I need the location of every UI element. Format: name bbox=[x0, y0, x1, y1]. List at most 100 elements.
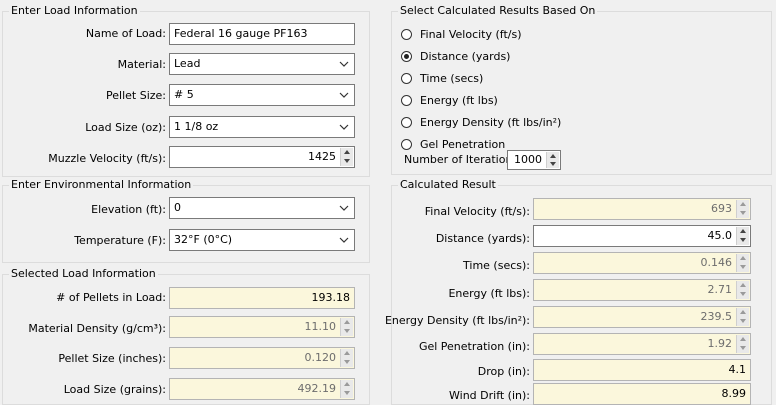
radio-circle[interactable] bbox=[401, 95, 412, 106]
energy-density-field: 239.5 bbox=[533, 306, 751, 328]
spin-down-icon bbox=[737, 209, 749, 218]
temperature-value: 32°F (0°C) bbox=[174, 233, 233, 246]
radio-label: Gel Penetration bbox=[420, 138, 506, 151]
distance-spinner[interactable] bbox=[736, 227, 749, 245]
pellet-size-inches-label: Pellet Size (inches): bbox=[58, 352, 166, 365]
load-size-value: 1 1/8 oz bbox=[174, 120, 219, 133]
wind-drift-field: 8.99 bbox=[533, 383, 751, 405]
selected-load-title: Selected Load Information bbox=[9, 267, 158, 281]
time-field: 0.146 bbox=[533, 252, 751, 274]
load-size-label: Load Size (oz): bbox=[85, 121, 166, 134]
temperature-label: Temperature (F): bbox=[74, 234, 166, 247]
energy-label: Energy (ft lbs): bbox=[448, 287, 530, 300]
elevation-select[interactable]: 0 bbox=[169, 197, 355, 219]
energy-density-spinner bbox=[736, 308, 749, 326]
name-of-load-label: Name of Load: bbox=[85, 27, 166, 40]
energy-density-value: 239.5 bbox=[700, 310, 733, 323]
radio-circle[interactable] bbox=[401, 29, 412, 40]
name-of-load-input[interactable]: Federal 16 gauge PF163 bbox=[169, 23, 355, 45]
pellet-size-select[interactable]: # 5 bbox=[169, 84, 355, 106]
material-value: Lead bbox=[174, 57, 201, 70]
energy-spinner bbox=[736, 281, 749, 299]
chevron-down-icon[interactable] bbox=[339, 204, 349, 212]
time-value: 0.146 bbox=[700, 256, 733, 269]
spin-down-icon bbox=[341, 327, 353, 336]
time-spinner bbox=[736, 254, 749, 272]
material-density-spinner bbox=[340, 318, 353, 336]
spin-down-icon bbox=[737, 344, 749, 353]
iterations-spinner[interactable] bbox=[546, 152, 559, 168]
spin-down-icon bbox=[341, 389, 353, 398]
spin-down-icon bbox=[737, 263, 749, 272]
gel-penetration-value: 1.92 bbox=[707, 337, 733, 350]
radio-circle[interactable] bbox=[401, 139, 412, 150]
chevron-down-icon[interactable] bbox=[339, 60, 349, 68]
load-size-grains-field: 492.19 bbox=[169, 378, 355, 400]
iterations-value: 1000 bbox=[514, 153, 542, 166]
energy-density-label: Energy Density (ft lbs/in²): bbox=[384, 314, 530, 327]
material-select[interactable]: Lead bbox=[169, 53, 355, 75]
final-velocity-field: 693 bbox=[533, 198, 751, 220]
final-velocity-label: Final Velocity (ft/s): bbox=[424, 205, 530, 218]
radio-circle[interactable] bbox=[401, 73, 412, 84]
pellet-size-label: Pellet Size: bbox=[106, 89, 166, 102]
spin-down-icon bbox=[737, 317, 749, 326]
muzzle-velocity-input[interactable]: 1425 bbox=[169, 146, 355, 168]
muzzle-velocity-value: 1425 bbox=[308, 150, 336, 163]
chevron-down-icon[interactable] bbox=[339, 91, 349, 99]
spin-down-icon bbox=[341, 358, 353, 367]
time-label: Time (secs): bbox=[463, 259, 530, 272]
temperature-select[interactable]: 32°F (0°C) bbox=[169, 229, 355, 251]
radio-label: Final Velocity (ft/s) bbox=[420, 28, 522, 41]
pellet-size-inches-spinner bbox=[340, 349, 353, 367]
calculated-result-title: Calculated Result bbox=[398, 178, 498, 192]
environment-title: Enter Environmental Information bbox=[9, 178, 194, 192]
pellet-size-inches-field: 0.120 bbox=[169, 347, 355, 369]
radio-label: Energy (ft lbs) bbox=[420, 94, 498, 107]
spin-down-icon[interactable] bbox=[341, 157, 353, 166]
load-size-select[interactable]: 1 1/8 oz bbox=[169, 116, 355, 138]
iterations-input[interactable]: 1000 bbox=[507, 150, 561, 170]
gel-penetration-label: Gel Penetration (in): bbox=[418, 340, 530, 353]
radio-label: Time (secs) bbox=[420, 72, 484, 85]
load-size-grains-spinner bbox=[340, 380, 353, 398]
material-density-label: Material Density (g/cm³): bbox=[28, 322, 166, 335]
chevron-down-icon[interactable] bbox=[339, 123, 349, 131]
elevation-value: 0 bbox=[174, 201, 181, 214]
spin-down-icon[interactable] bbox=[547, 160, 559, 168]
spin-down-icon bbox=[737, 290, 749, 299]
drop-label: Drop (in): bbox=[477, 365, 530, 378]
material-density-field: 11.10 bbox=[169, 316, 355, 338]
pellet-size-inches-value: 0.120 bbox=[304, 351, 337, 364]
iterations-label: Number of Iterations: bbox=[404, 153, 522, 166]
load-size-grains-value: 492.19 bbox=[297, 382, 337, 395]
pellets-in-load-label: # of Pellets in Load: bbox=[56, 291, 166, 304]
distance-label: Distance (yards): bbox=[435, 232, 530, 245]
muzzle-velocity-spinner[interactable] bbox=[340, 148, 353, 166]
radio-circle[interactable] bbox=[401, 51, 412, 62]
energy-value: 2.71 bbox=[707, 283, 733, 296]
spin-down-icon[interactable] bbox=[737, 236, 749, 245]
distance-value: 45.0 bbox=[707, 229, 733, 242]
energy-field: 2.71 bbox=[533, 279, 751, 301]
gel-penetration-field: 1.92 bbox=[533, 333, 751, 355]
pellet-size-value: # 5 bbox=[174, 88, 194, 101]
material-density-value: 11.10 bbox=[304, 320, 337, 333]
radio-label: Distance (yards) bbox=[420, 50, 511, 63]
chevron-down-icon[interactable] bbox=[339, 236, 349, 244]
load-size-grains-label: Load Size (grains): bbox=[63, 383, 166, 396]
distance-input[interactable]: 45.0 bbox=[533, 225, 751, 247]
radio-circle[interactable] bbox=[401, 117, 412, 128]
elevation-label: Elevation (ft): bbox=[91, 203, 166, 216]
pellets-in-load-field: 193.18 bbox=[169, 287, 355, 309]
muzzle-velocity-label: Muzzle Velocity (ft/s): bbox=[48, 152, 166, 165]
load-info-title: Enter Load Information bbox=[9, 4, 140, 18]
material-label: Material: bbox=[117, 58, 166, 71]
gel-penetration-spinner bbox=[736, 335, 749, 353]
final-velocity-value: 693 bbox=[711, 202, 732, 215]
select-results-title: Select Calculated Results Based On bbox=[398, 4, 598, 18]
wind-drift-label: Wind Drift (in): bbox=[449, 389, 530, 402]
drop-field: 4.1 bbox=[533, 359, 751, 381]
final-velocity-spinner bbox=[736, 200, 749, 218]
radio-label: Energy Density (ft lbs/in²) bbox=[420, 116, 562, 129]
